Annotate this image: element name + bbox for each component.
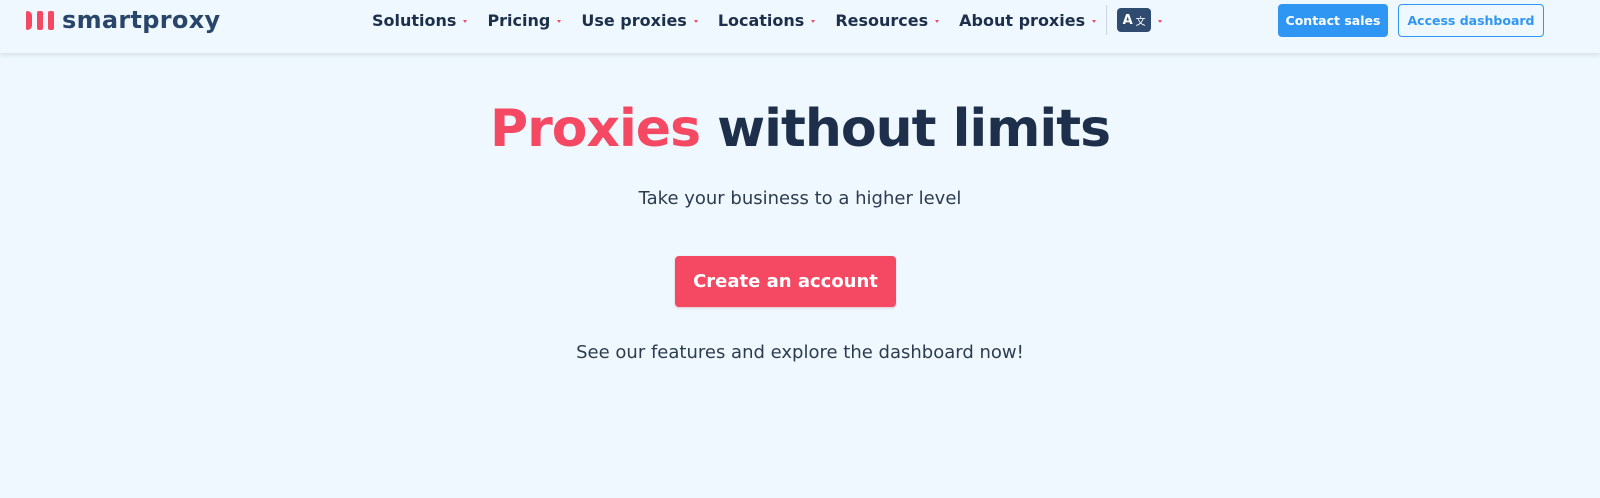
top-navbar: smartproxy Solutions Pricing Use proxies… bbox=[0, 0, 1600, 54]
caret-down-icon bbox=[1158, 19, 1163, 23]
hero-headline: Proxies without limits bbox=[0, 94, 1600, 164]
nav-item-pricing[interactable]: Pricing bbox=[487, 5, 562, 35]
hero-footnote: See our features and explore the dashboa… bbox=[576, 342, 1024, 363]
caret-down-icon bbox=[557, 19, 562, 23]
nav-item-label: About proxies bbox=[959, 10, 1086, 30]
nav-item-label: Pricing bbox=[487, 10, 551, 30]
hero-subtitle: Take your business to a higher level bbox=[638, 188, 962, 209]
hero-section: Proxies without limits Take your busines… bbox=[0, 54, 1600, 498]
nav-item-about-proxies[interactable]: About proxies bbox=[959, 5, 1097, 35]
access-dashboard-button[interactable]: Access dashboard bbox=[1398, 4, 1544, 37]
nav-item-use-proxies[interactable]: Use proxies bbox=[581, 5, 698, 35]
nav-item-label: Locations bbox=[717, 10, 805, 30]
logo-mark-icon bbox=[26, 10, 54, 30]
caret-down-icon bbox=[693, 19, 698, 23]
caret-down-icon bbox=[811, 19, 816, 23]
language-selector[interactable]: A 文 bbox=[1117, 5, 1163, 35]
headline-accent: Proxies bbox=[489, 99, 701, 159]
nav-item-label: Resources bbox=[835, 10, 929, 30]
create-account-button[interactable]: Create an account bbox=[675, 256, 896, 307]
main-nav: Solutions Pricing Use proxies Locations … bbox=[372, 5, 1163, 35]
caret-down-icon bbox=[1092, 19, 1097, 23]
page-scrollbar[interactable] bbox=[1586, 0, 1600, 498]
nav-item-solutions[interactable]: Solutions bbox=[372, 5, 468, 35]
nav-item-resources[interactable]: Resources bbox=[835, 5, 940, 35]
headline-rest: without limits bbox=[700, 99, 1111, 159]
nav-divider bbox=[1106, 5, 1108, 35]
nav-item-locations[interactable]: Locations bbox=[718, 5, 816, 35]
nav-item-label: Solutions bbox=[372, 10, 457, 30]
caret-down-icon bbox=[935, 19, 940, 23]
caret-down-icon bbox=[463, 19, 468, 23]
logo[interactable]: smartproxy bbox=[26, 3, 220, 37]
nav-item-label: Use proxies bbox=[581, 10, 687, 30]
contact-sales-button[interactable]: Contact sales bbox=[1278, 4, 1388, 37]
translate-icon: A 文 bbox=[1117, 8, 1152, 32]
logo-text: smartproxy bbox=[62, 6, 221, 34]
